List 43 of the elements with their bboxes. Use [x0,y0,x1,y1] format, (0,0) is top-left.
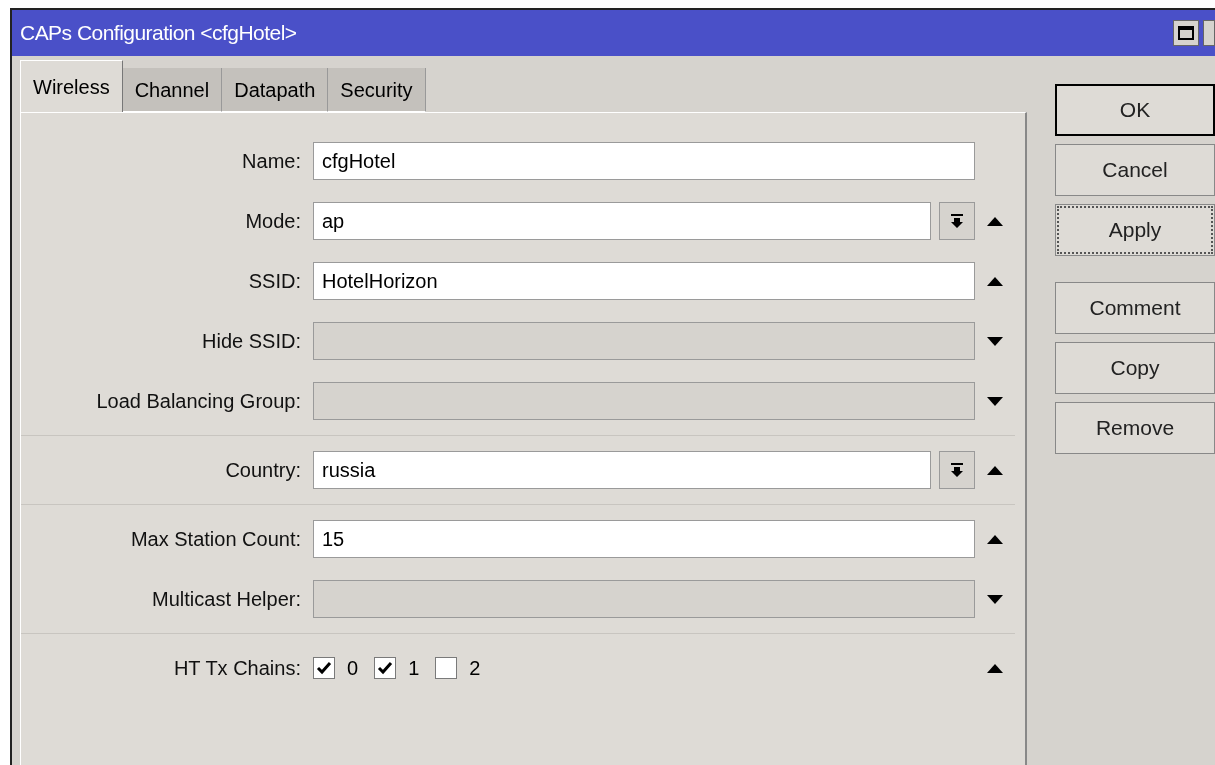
input-field[interactable]: HotelHorizon [313,262,975,300]
dialog-button[interactable]: Comment [1055,282,1215,334]
field-label: SSID: [247,269,302,294]
input-field[interactable]: ap [313,202,931,240]
input-field[interactable]: cfgHotel [313,142,975,180]
expand-arrow-icon[interactable] [986,334,1004,348]
checkbox[interactable] [313,657,335,679]
input-field[interactable]: russia [313,451,931,489]
dialog-button[interactable]: Cancel [1055,144,1215,196]
empty-field[interactable] [313,322,975,360]
field-label: Max Station Count: [129,527,302,552]
dialog-button[interactable]: Remove [1055,402,1215,454]
dialog-button[interactable]: OK [1055,84,1215,136]
input-field[interactable]: 15 [313,520,975,558]
field-label: HT Tx Chains: [172,656,302,681]
maximize-icon[interactable] [1173,20,1199,46]
expand-arrow-icon[interactable] [986,592,1004,606]
tab[interactable]: Wireless [20,60,123,112]
checkbox-label: 2 [469,656,481,681]
checkbox[interactable] [374,657,397,679]
tab[interactable]: Security [328,68,426,112]
field-label: Multicast Helper: [151,587,302,612]
field-label: Name: [241,149,302,174]
tab[interactable]: Channel [122,68,223,112]
dropdown-button[interactable] [939,202,975,240]
empty-field[interactable] [313,580,975,618]
tab[interactable]: Datapath [222,68,329,112]
close-icon[interactable] [1203,20,1215,46]
checkbox-label: 1 [408,656,420,681]
window-title: CAPs Configuration <cfgHotel> [20,20,297,47]
field-label: Country: [224,458,302,483]
field-label: Mode: [244,209,302,234]
dropdown-icon [950,213,964,229]
empty-field[interactable] [313,382,975,420]
dialog-button[interactable]: Apply [1055,204,1215,256]
checkbox[interactable] [435,657,458,679]
expand-arrow-icon[interactable] [986,394,1004,408]
checkbox-label: 0 [347,656,359,681]
dropdown-button[interactable] [939,451,975,489]
dropdown-icon [950,462,964,478]
field-label: Load Balancing Group: [95,389,302,414]
field-label: Hide SSID: [201,329,302,354]
dialog-button[interactable]: Copy [1055,342,1215,394]
